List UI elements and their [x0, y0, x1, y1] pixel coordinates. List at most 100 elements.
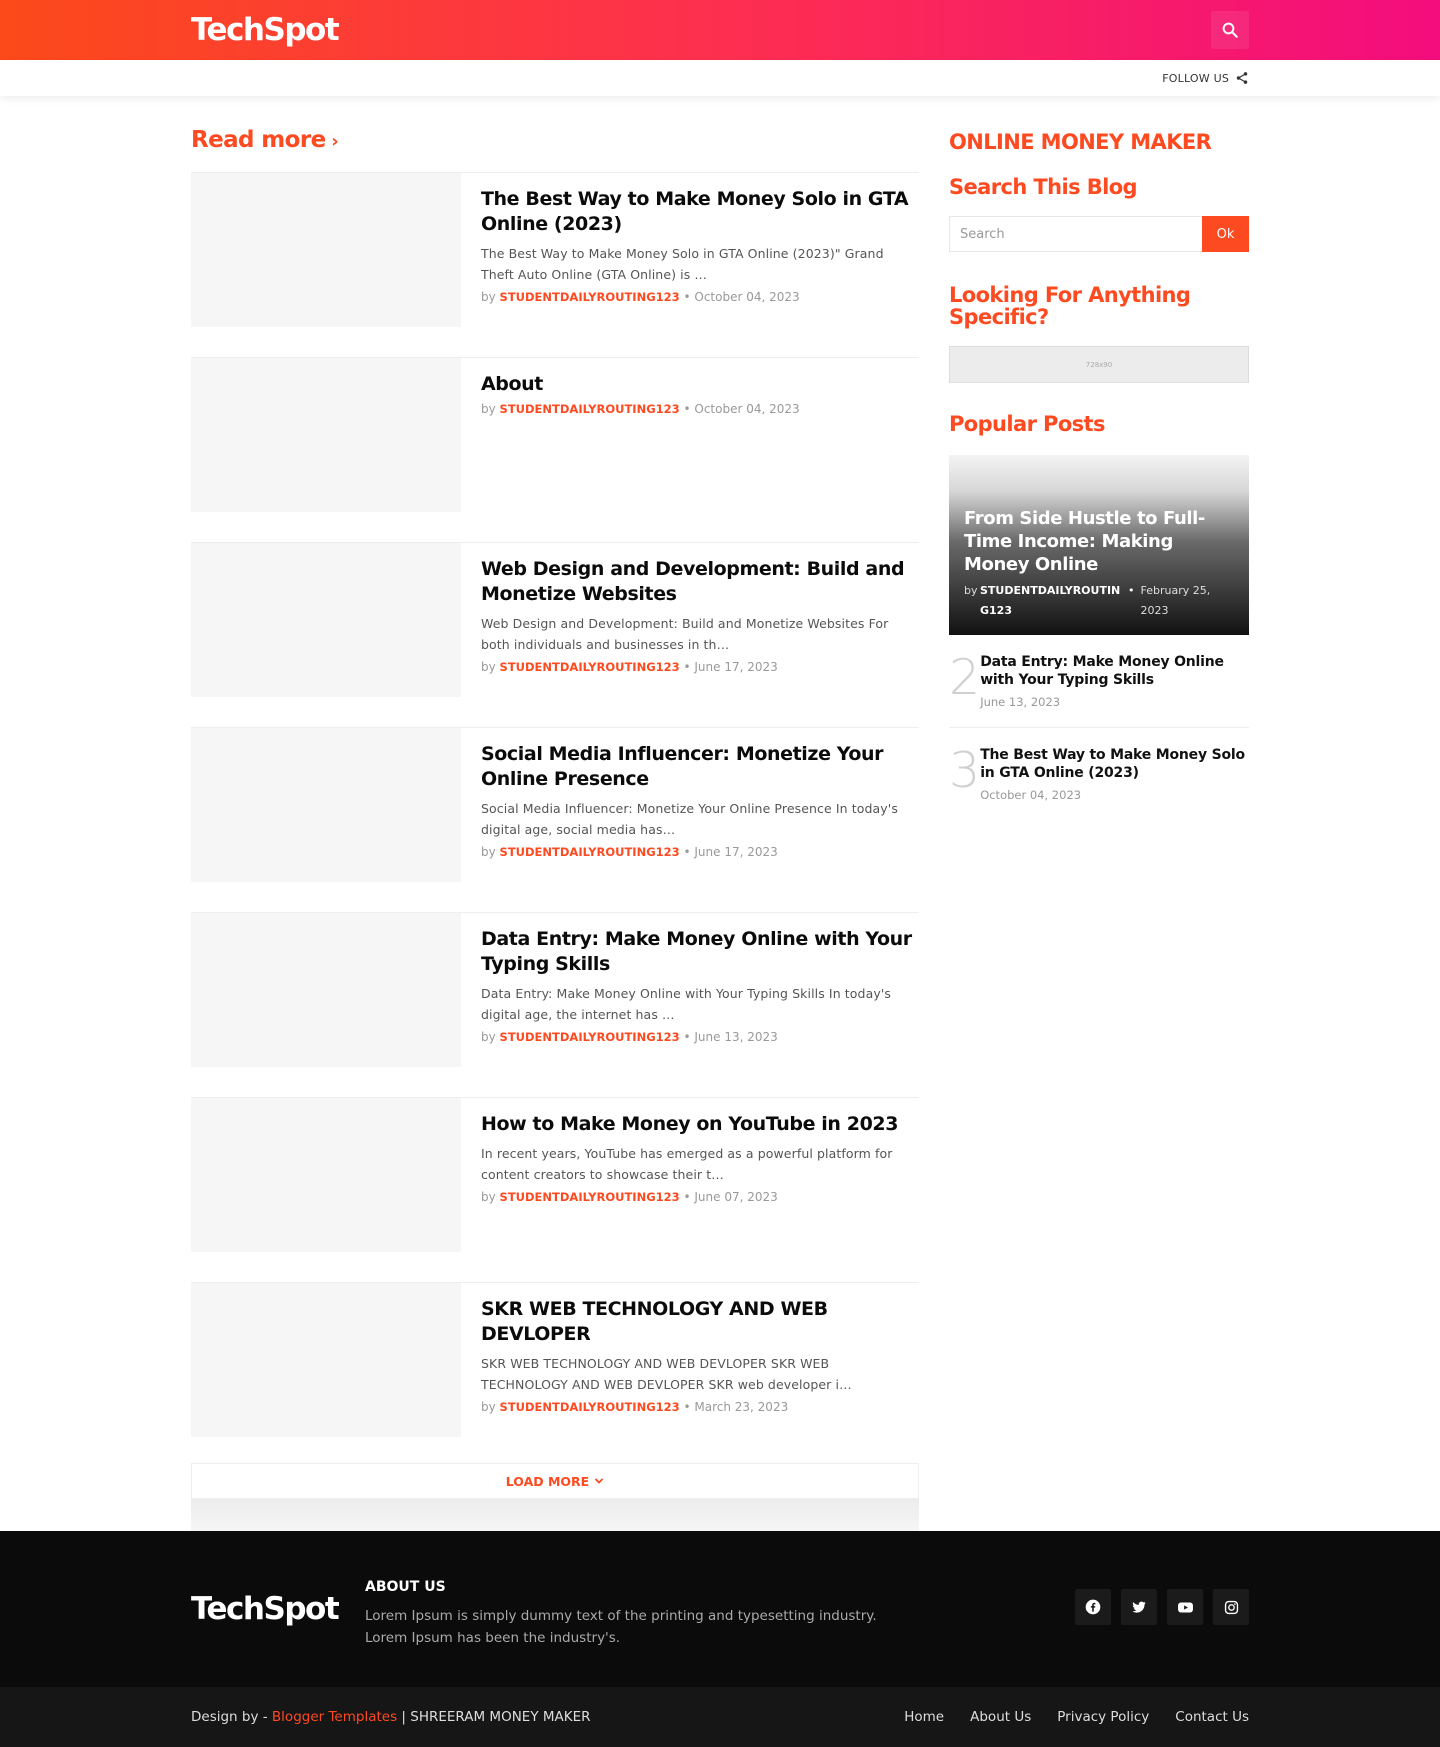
popular-rank: 2 [949, 649, 981, 706]
footer-link-privacy-policy[interactable]: Privacy Policy [1057, 1709, 1149, 1725]
sub-bar: FOLLOW US [0, 60, 1440, 96]
section-title-text: Read more [191, 127, 326, 153]
post-card[interactable]: About by STUDENTDAILYROUTING123 • Octobe… [191, 357, 919, 512]
post-by-label: by [481, 402, 496, 416]
popular-title[interactable]: Data Entry: Make Money Online with Your … [980, 653, 1249, 689]
share-icon[interactable] [1235, 71, 1249, 85]
post-author[interactable]: STUDENTDAILYROUTING123 [500, 1190, 680, 1204]
chevron-down-icon [595, 1478, 604, 1484]
post-title[interactable]: SKR WEB TECHNOLOGY AND WEB DEVLOPER [481, 1297, 919, 1347]
section-title[interactable]: Read more › [191, 118, 919, 162]
post-card[interactable]: Data Entry: Make Money Online with Your … [191, 912, 919, 1067]
post-author[interactable]: STUDENTDAILYROUTING123 [500, 845, 680, 859]
popular-item[interactable]: 3 The Best Way to Make Money Solo in GTA… [949, 728, 1249, 820]
featured-date: February 25, 2023 [1140, 584, 1211, 617]
sidebar: ONLINE MONEY MAKER Search This Blog Sear… [949, 118, 1249, 1531]
popular-posts-title: Popular Posts [949, 412, 1106, 436]
post-info: Web Design and Development: Build and Mo… [461, 543, 919, 697]
post-title[interactable]: How to Make Money on YouTube in 2023 [481, 1112, 919, 1137]
post-snippet: The Best Way to Make Money Solo in GTA O… [481, 246, 884, 282]
post-meta: by STUDENTDAILYROUTING123 • June 17, 202… [481, 845, 919, 859]
post-info: Social Media Influencer: Monetize Your O… [461, 728, 919, 882]
popular-item[interactable]: 2 Data Entry: Make Money Online with You… [949, 635, 1249, 728]
site-logo[interactable]: TechSpot [191, 12, 340, 48]
search-input[interactable]: Search [949, 216, 1202, 252]
meta-separator: • [683, 1030, 691, 1044]
popular-info: The Best Way to Make Money Solo in GTA O… [980, 746, 1249, 802]
load-more-button[interactable]: LOAD MORE [191, 1463, 919, 1499]
footer-logo[interactable]: TechSpot [191, 1591, 365, 1627]
load-more-label: LOAD MORE [505, 1473, 590, 1489]
twitter-link[interactable] [1121, 1589, 1157, 1625]
post-thumbnail[interactable] [191, 358, 461, 512]
post-thumbnail[interactable] [191, 913, 461, 1067]
post-card[interactable]: The Best Way to Make Money Solo in GTA O… [191, 172, 919, 327]
post-title[interactable]: Data Entry: Make Money Online with Your … [481, 927, 919, 977]
content-wrapper: Read more › The Best Way to Make Money S… [191, 96, 1249, 1531]
post-card[interactable]: Social Media Influencer: Monetize Your O… [191, 727, 919, 882]
featured-title[interactable]: From Side Hustle to Full-Time Income: Ma… [964, 507, 1237, 576]
popular-list: 2 Data Entry: Make Money Online with You… [949, 635, 1249, 820]
chevron-right-icon: › [325, 131, 339, 152]
post-info: Data Entry: Make Money Online with Your … [461, 913, 919, 1067]
post-by-label: by [481, 845, 496, 859]
instagram-link[interactable] [1213, 1589, 1249, 1625]
loading-strip [191, 1499, 919, 1531]
main-column: Read more › The Best Way to Make Money S… [191, 118, 919, 1531]
post-title[interactable]: About [481, 372, 919, 397]
featured-author[interactable]: STUDENTDAILYROUTING123 [980, 581, 1128, 621]
search-blog-title: Search This Blog [949, 175, 1138, 199]
site-footer: TechSpot ABOUT US Lorem Ipsum is simply … [0, 1531, 1440, 1747]
follow-us-label[interactable]: FOLLOW US [1162, 72, 1229, 85]
featured-popular-post[interactable]: From Side Hustle to Full-Time Income: Ma… [949, 455, 1249, 635]
post-date: June 13, 2023 [694, 1030, 778, 1044]
post-meta: by STUDENTDAILYROUTING123 • October 04, … [481, 290, 919, 304]
bottom-bar: Design by - Blogger Templates | SHREERAM… [0, 1687, 1440, 1747]
blogger-templates-link[interactable]: Blogger Templates [272, 1709, 397, 1725]
footer-link-home[interactable]: Home [904, 1709, 944, 1725]
post-title[interactable]: The Best Way to Make Money Solo in GTA O… [481, 187, 919, 237]
post-card[interactable]: How to Make Money on YouTube in 2023 In … [191, 1097, 919, 1252]
meta-separator: • [683, 290, 691, 304]
post-author[interactable]: STUDENTDAILYROUTING123 [500, 1030, 680, 1044]
post-meta: by STUDENTDAILYROUTING123 • June 07, 202… [481, 1190, 919, 1204]
post-thumbnail[interactable] [191, 728, 461, 882]
ad-placeholder[interactable]: 728x90 [949, 346, 1249, 383]
credits: Design by - Blogger Templates | SHREERAM… [191, 1709, 591, 1725]
footer-link-about-us[interactable]: About Us [970, 1709, 1031, 1725]
post-thumbnail[interactable] [191, 173, 461, 327]
meta-separator: • [683, 660, 691, 674]
post-date: June 17, 2023 [694, 660, 778, 674]
youtube-icon [1177, 1602, 1193, 1612]
search-button[interactable] [1211, 11, 1249, 49]
facebook-link[interactable] [1075, 1589, 1111, 1625]
social-links [1075, 1589, 1249, 1625]
post-meta: by STUDENTDAILYROUTING123 • June 13, 202… [481, 1030, 919, 1044]
footer-link-contact-us[interactable]: Contact Us [1175, 1709, 1249, 1725]
youtube-link[interactable] [1167, 1589, 1203, 1625]
meta-separator: • [1128, 584, 1135, 597]
post-date: October 04, 2023 [694, 290, 800, 304]
popular-date: October 04, 2023 [980, 788, 1082, 802]
post-thumbnail[interactable] [191, 1283, 461, 1437]
search-submit-button[interactable]: Ok [1202, 216, 1249, 252]
post-author[interactable]: STUDENTDAILYROUTING123 [500, 402, 680, 416]
post-card[interactable]: Web Design and Development: Build and Mo… [191, 542, 919, 697]
facebook-icon [1085, 1599, 1101, 1615]
looking-for-title: Looking For Anything Specific? [949, 283, 1191, 329]
post-author[interactable]: STUDENTDAILYROUTING123 [500, 1400, 680, 1414]
post-title[interactable]: Web Design and Development: Build and Mo… [481, 557, 919, 607]
post-meta: by STUDENTDAILYROUTING123 • June 17, 202… [481, 660, 919, 674]
online-money-maker-title: ONLINE MONEY MAKER [949, 130, 1212, 154]
post-title[interactable]: Social Media Influencer: Monetize Your O… [481, 742, 919, 792]
post-author[interactable]: STUDENTDAILYROUTING123 [500, 660, 680, 674]
popular-title[interactable]: The Best Way to Make Money Solo in GTA O… [980, 746, 1249, 782]
post-author[interactable]: STUDENTDAILYROUTING123 [500, 290, 680, 304]
post-snippet: Data Entry: Make Money Online with Your … [481, 986, 891, 1022]
post-card[interactable]: SKR WEB TECHNOLOGY AND WEB DEVLOPER SKR … [191, 1282, 919, 1437]
post-by-label: by [481, 660, 496, 674]
post-thumbnail[interactable] [191, 543, 461, 697]
post-thumbnail[interactable] [191, 1098, 461, 1252]
popular-rank: 3 [949, 742, 981, 799]
post-date: June 07, 2023 [694, 1190, 778, 1204]
